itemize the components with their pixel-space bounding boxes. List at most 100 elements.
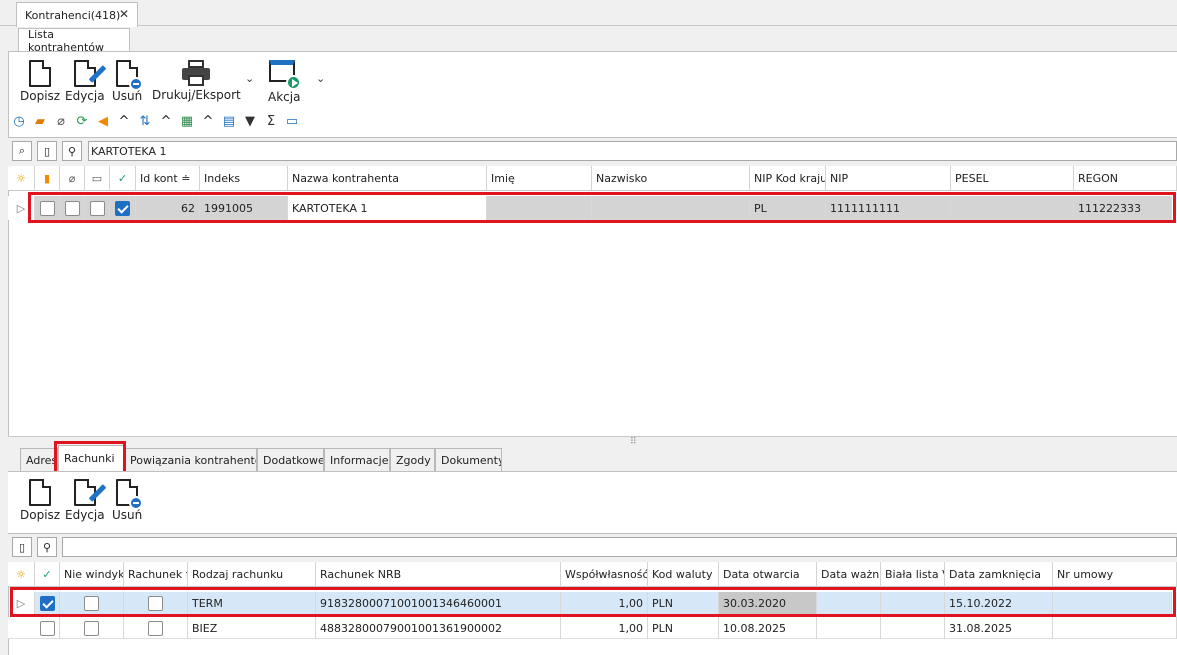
header-indeks[interactable]: Indeks [200, 166, 288, 191]
header-nrb[interactable]: Rachunek NRB [316, 562, 561, 587]
bottom-search-input[interactable] [62, 537, 1177, 557]
view-window-icon[interactable]: ▭ [284, 113, 300, 129]
cell-regon: 111222333 [1074, 196, 1172, 220]
header-kod-waluty[interactable]: Kod waluty [648, 562, 719, 587]
cell-nr-umowy [1053, 617, 1177, 639]
nie-windyk-checkbox[interactable] [60, 617, 124, 639]
rachunek-f-checkbox[interactable] [124, 592, 188, 614]
usun-label: Usuń [112, 89, 143, 103]
view-comment-icon[interactable]: ▰ [32, 113, 48, 129]
header-imie[interactable]: Imię [487, 166, 592, 191]
cell-rodzaj: BIEZ [188, 617, 316, 639]
header-rodzaj[interactable]: Rodzaj rachunku [188, 562, 316, 587]
tab-kontrahenci-label: Kontrahenci(418) [25, 8, 121, 22]
up-caret-icon-3[interactable]: ^ [200, 113, 216, 129]
tab-dodatkowe[interactable]: Dodatkowe [257, 448, 324, 471]
dopisz-button[interactable]: Dopisz [20, 60, 60, 103]
tag-icon[interactable]: ◀ [95, 113, 111, 129]
drukuj-dropdown-chevron-icon[interactable]: ⌄ [245, 72, 254, 85]
header-regon[interactable]: REGON [1074, 166, 1177, 191]
cell-nazwa: KARTOTEKA 1 [288, 196, 487, 220]
header-nazwa[interactable]: Nazwa kontrahenta [288, 166, 487, 191]
refresh-icon[interactable]: ⟳ [74, 113, 90, 129]
header-nazwisko[interactable]: Nazwisko [592, 166, 750, 191]
cell-wspolwlasnosc: 1,00 [561, 592, 648, 614]
preview-icon[interactable]: ⌕ [12, 141, 32, 161]
tab-kontrahenci[interactable]: Kontrahenci(418) ✕ [16, 2, 138, 27]
tab-adres[interactable]: Adres [20, 448, 58, 471]
up-caret-icon[interactable]: ^ [116, 113, 132, 129]
cell-pesel [951, 196, 1074, 220]
tab-informacje[interactable]: Informacje [324, 448, 390, 471]
header-nip[interactable]: NIP [826, 166, 951, 191]
action-run-icon [269, 60, 302, 90]
header-nip-kod-kraju[interactable]: NIP Kod kraju [750, 166, 826, 191]
cell-rodzaj: TERM [188, 592, 316, 614]
bottom-edycja-button[interactable]: Edycja [65, 479, 107, 522]
tab-zgody[interactable]: Zgody [390, 448, 435, 471]
search-icon[interactable]: ⚲ [62, 141, 82, 161]
row-checkbox-checked[interactable] [110, 196, 136, 220]
row-checkbox[interactable] [35, 617, 60, 639]
new-row-icon[interactable]: ▯ [12, 537, 32, 557]
small-toolbar: ◷ ▰ ⌀ ⟳ ◀ ^ ⇅ ^ ▦ ^ ▤ ▼ Σ ▭ [11, 113, 300, 129]
cell-data-waznosci [817, 592, 881, 614]
tab-powiazania[interactable]: Powiązania kontrahentów [124, 448, 257, 471]
cell-data-waznosci [817, 617, 881, 639]
delete-document-icon [116, 479, 144, 510]
bottom-dopisz-button[interactable]: Dopisz [20, 479, 60, 522]
search-grid-icon[interactable]: ▤ [221, 113, 237, 129]
usun-button[interactable]: Usuń [112, 60, 144, 103]
cell-biala-lista [881, 592, 945, 614]
splitter[interactable] [8, 436, 1177, 445]
akcja-dropdown-chevron-icon[interactable]: ⌄ [316, 72, 325, 85]
bottom-search-row: ▯ ⚲ [8, 533, 1177, 559]
header-wspolwlasnosc[interactable]: Współwłasność [561, 562, 648, 587]
check-column-icon: ✓ [35, 562, 60, 587]
row-checkbox-2[interactable] [60, 196, 85, 220]
grid-icon[interactable]: ▦ [179, 113, 195, 129]
header-nie-windyk[interactable]: Nie windyk [60, 562, 124, 587]
paperclip-icon[interactable]: ⌀ [53, 113, 69, 129]
akcja-label: Akcja [268, 90, 301, 104]
header-nr-umowy[interactable]: Nr umowy [1053, 562, 1177, 587]
rachunek-f-checkbox[interactable] [124, 617, 188, 639]
cell-data-otwarcia: 10.08.2025 [719, 617, 817, 639]
header-biala-lista[interactable]: Biała lista V [881, 562, 945, 587]
drukuj-eksport-button[interactable]: Drukuj/Eksport [152, 60, 241, 102]
tab-dokumenty[interactable]: Dokumenty [435, 448, 502, 471]
history-icon[interactable]: ◷ [11, 113, 27, 129]
up-caret-icon-2[interactable]: ^ [158, 113, 174, 129]
row-checkbox-3[interactable] [85, 196, 110, 220]
filter-icon[interactable]: ▼ [242, 113, 258, 129]
row-checkbox-checked[interactable] [35, 592, 60, 614]
document-tab-bar [0, 0, 1177, 26]
tab-rachunki[interactable]: Rachunki [58, 445, 124, 471]
akcja-button[interactable]: Akcja [268, 60, 302, 104]
new-row-icon[interactable]: ▯ [37, 141, 57, 161]
card-column-icon: ▭ [85, 166, 110, 191]
sort-tree-icon[interactable]: ⇅ [137, 113, 153, 129]
header-data-waznosci[interactable]: Data ważn [817, 562, 881, 587]
header-id-kont[interactable]: Id kont ≐ [136, 166, 200, 191]
drukuj-label: Drukuj/Eksport [152, 88, 241, 102]
sum-icon[interactable]: Σ [263, 113, 279, 129]
nie-windyk-checkbox[interactable] [60, 592, 124, 614]
close-icon[interactable]: ✕ [119, 7, 129, 21]
new-document-icon [29, 60, 52, 87]
edycja-button[interactable]: Edycja [65, 60, 107, 103]
edit-document-icon [73, 479, 107, 506]
cell-biala-lista [881, 617, 945, 639]
header-data-zamkniecia[interactable]: Data zamknięcia [945, 562, 1053, 587]
header-pesel[interactable]: PESEL [951, 166, 1074, 191]
search-input[interactable]: KARTOTEKA 1 [88, 141, 1177, 161]
search-icon[interactable]: ⚲ [37, 537, 57, 557]
header-rachunek-f[interactable]: Rachunek f [124, 562, 188, 587]
row-checkbox-1[interactable] [35, 196, 60, 220]
tab-lista-kontrahentow[interactable]: Lista kontrahentów [18, 28, 130, 54]
cell-kod-waluty: PLN [648, 617, 719, 639]
search-row: ⌕ ▯ ⚲ KARTOTEKA 1 [8, 137, 1177, 163]
edycja-label: Edycja [65, 89, 105, 103]
bottom-usun-button[interactable]: Usuń [112, 479, 144, 522]
header-data-otwarcia[interactable]: Data otwarcia [719, 562, 817, 587]
